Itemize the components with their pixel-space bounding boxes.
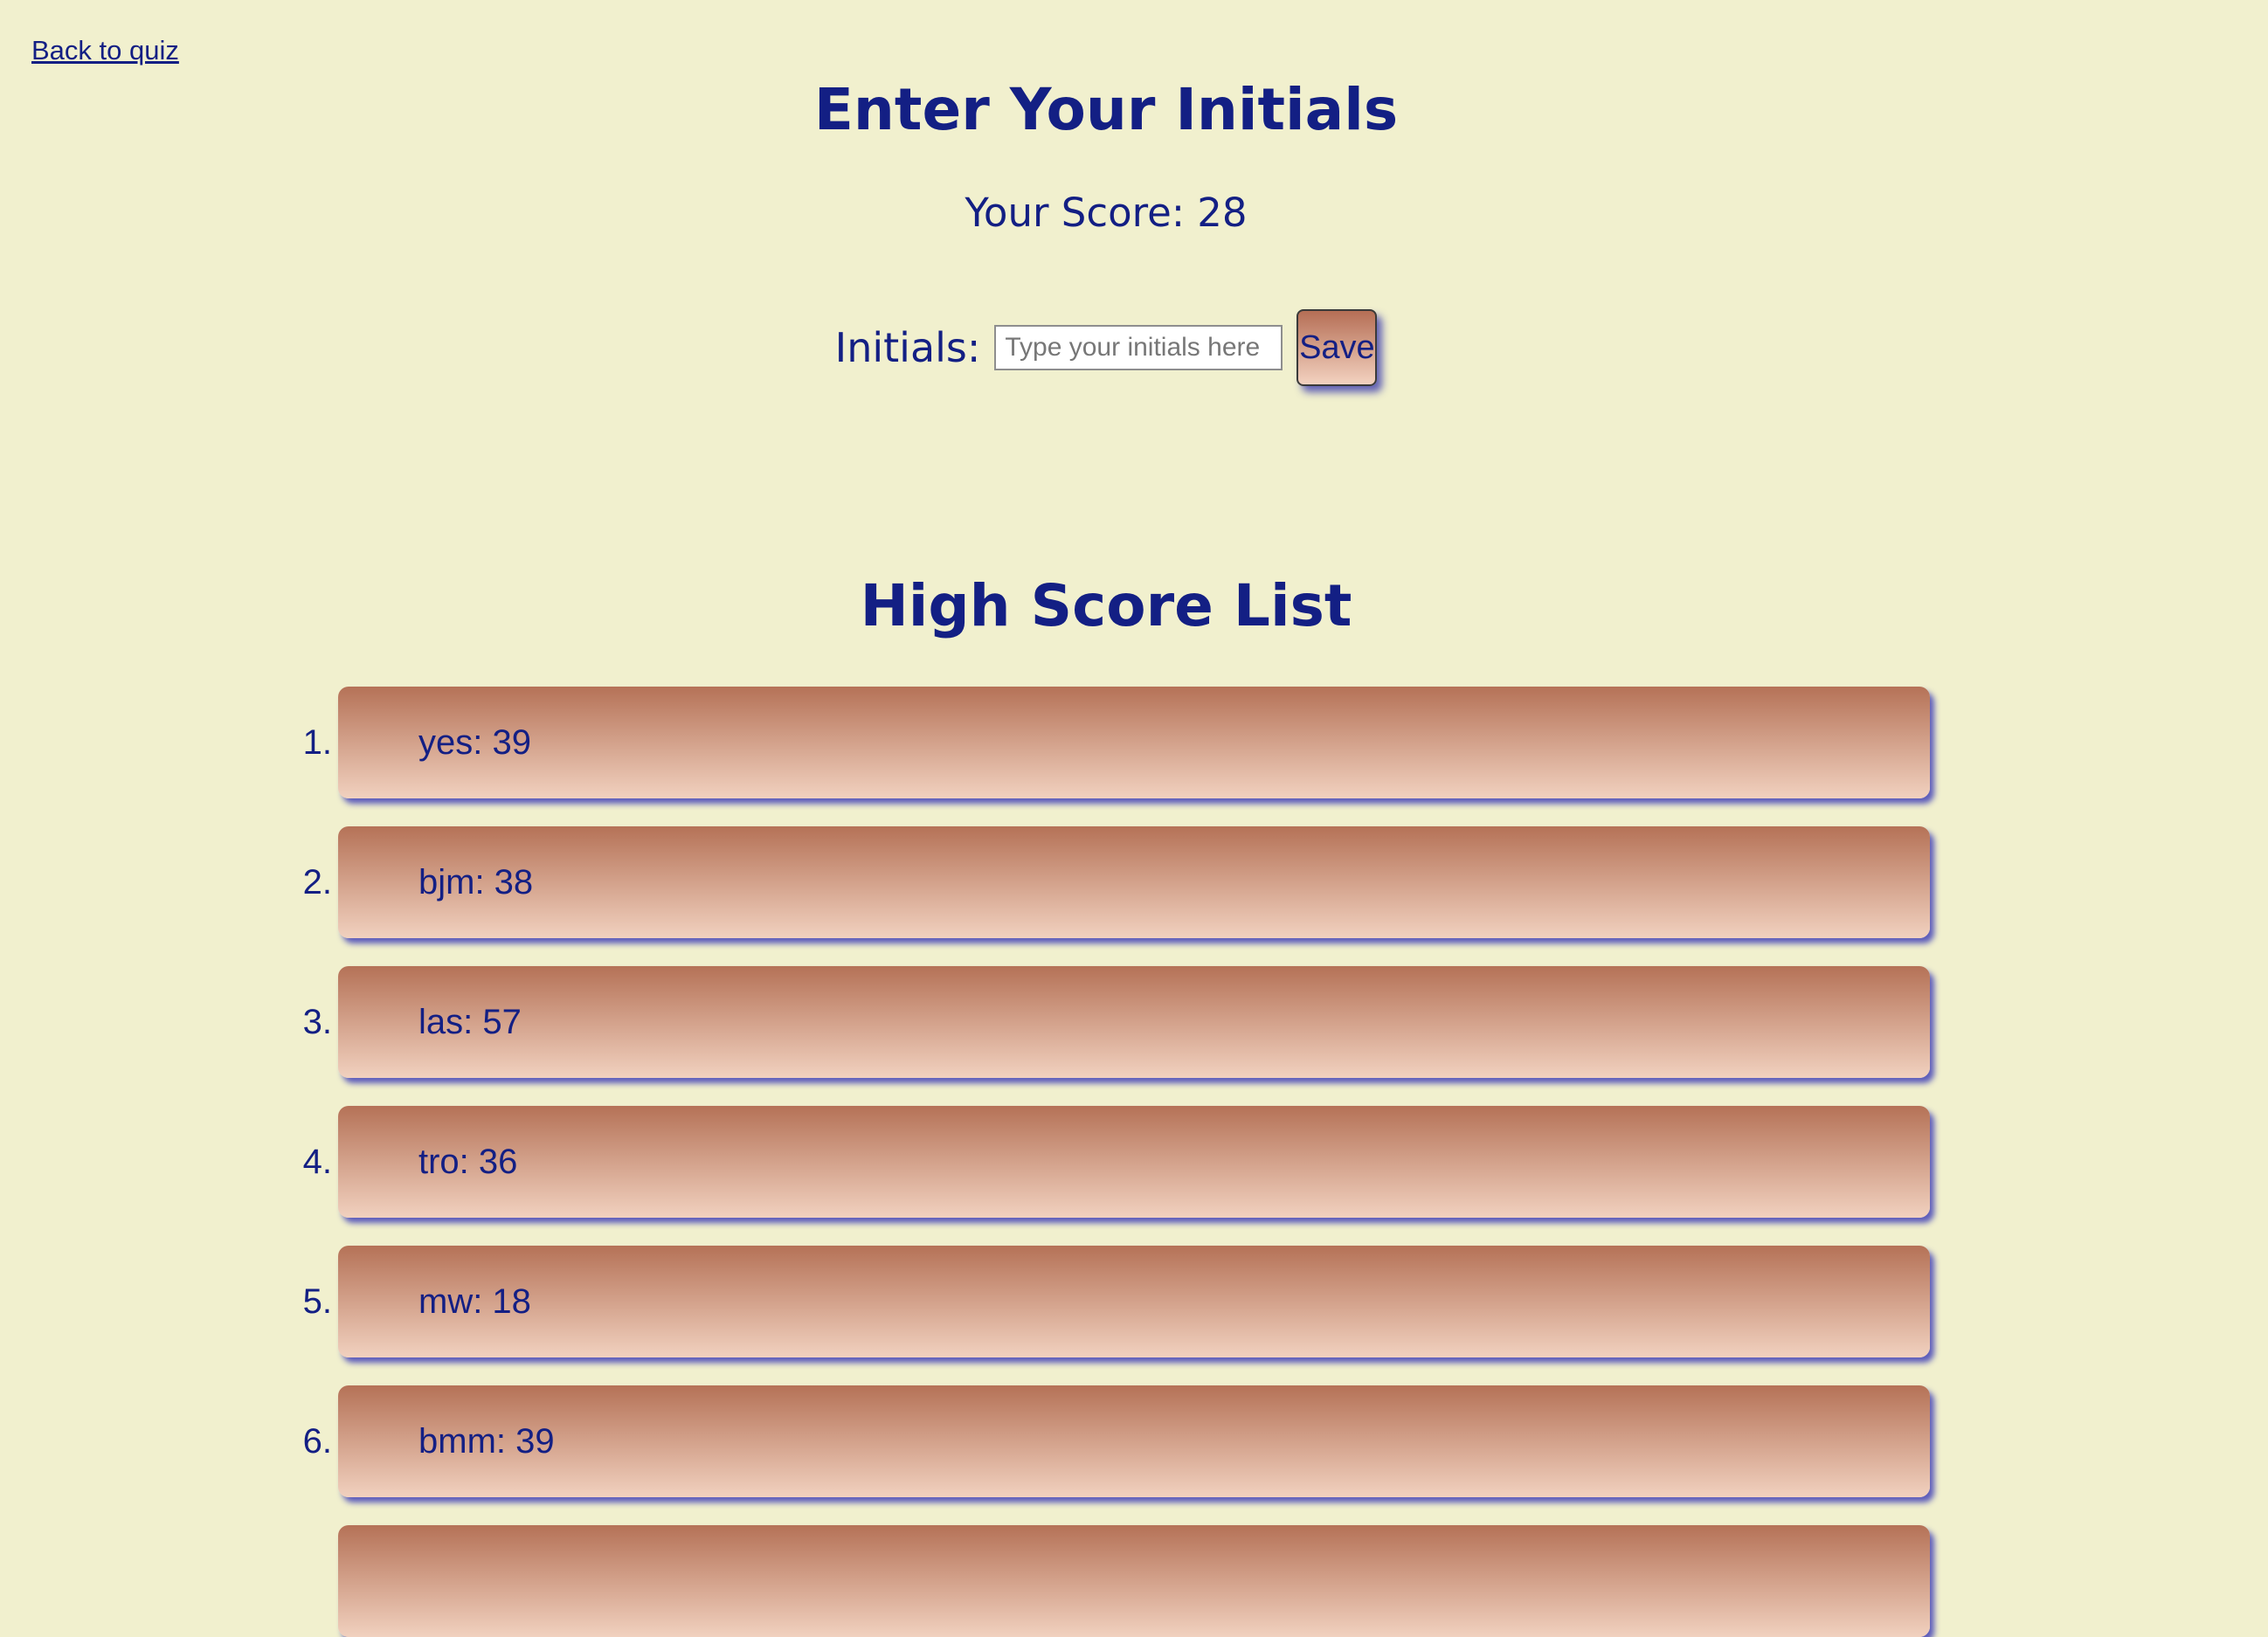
high-score-entry: las: 57 <box>418 1003 522 1041</box>
high-score-rank: 3. <box>302 1003 332 1041</box>
high-score-rank: 6. <box>302 1422 332 1461</box>
high-score-entry: yes: 39 <box>418 723 531 762</box>
initials-label: Initials: <box>834 324 981 371</box>
high-score-rank: 5. <box>302 1282 332 1321</box>
high-score-item: 1. yes: 39 <box>0 687 2268 798</box>
high-score-item: 5. mw: 18 <box>0 1246 2268 1357</box>
page-title: Enter Your Initials <box>813 76 1399 143</box>
your-score-text: Your Score: 28 <box>965 190 1248 236</box>
high-score-card: las: 57 <box>338 966 1930 1078</box>
high-score-list-title: High Score List <box>860 572 1352 639</box>
high-score-item: 2. bjm: 38 <box>0 826 2268 938</box>
save-button[interactable]: Save <box>1296 309 1378 386</box>
high-score-card: mw: 18 <box>338 1246 1930 1357</box>
high-score-rank <box>262 1525 332 1637</box>
high-score-item <box>0 1525 2268 1637</box>
high-score-entry: mw: 18 <box>418 1282 531 1321</box>
high-score-item: 4. tro: 36 <box>0 1106 2268 1218</box>
high-score-card <box>338 1525 1930 1637</box>
initials-form: Initials: Save <box>0 307 2212 388</box>
initials-input[interactable] <box>994 325 1283 370</box>
high-score-entry: bjm: 38 <box>418 863 534 901</box>
high-score-entry: tro: 36 <box>418 1143 518 1181</box>
high-score-card: bmm: 39 <box>338 1385 1930 1497</box>
high-score-rank: 4. <box>302 1143 332 1181</box>
high-score-card: tro: 36 <box>338 1106 1930 1218</box>
high-score-rank: 2. <box>302 863 332 901</box>
high-score-item: 6. bmm: 39 <box>0 1385 2268 1497</box>
high-score-entry: bmm: 39 <box>418 1422 555 1461</box>
high-score-item: 3. las: 57 <box>0 966 2268 1078</box>
high-score-card: bjm: 38 <box>338 826 1930 938</box>
back-to-quiz-link[interactable]: Back to quiz <box>31 35 179 66</box>
high-score-rank: 1. <box>302 723 332 762</box>
high-score-card: yes: 39 <box>338 687 1930 798</box>
